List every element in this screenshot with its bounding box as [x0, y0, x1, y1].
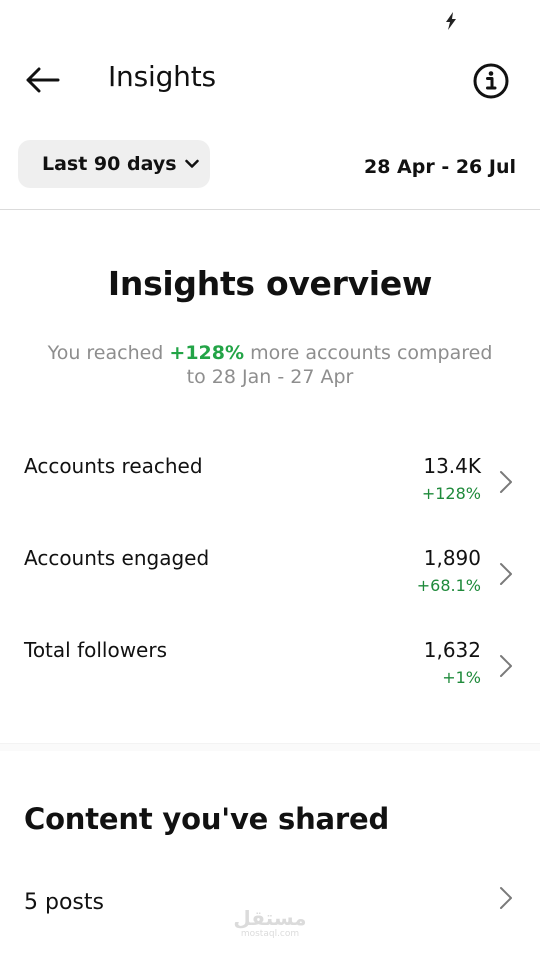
metric-label: Total followers — [24, 638, 167, 662]
metric-change: +1% — [442, 668, 481, 687]
header: Insights — [0, 50, 540, 110]
metric-label: Accounts reached — [24, 454, 203, 478]
section-separator — [0, 743, 540, 751]
period-label: Last 90 days — [42, 153, 177, 175]
filter-row: Last 90 days 28 Apr - 26 Jul — [0, 140, 540, 188]
overview-title: Insights overview — [107, 264, 433, 303]
period-dropdown[interactable]: Last 90 days — [18, 140, 210, 188]
metric-row-accounts-engaged[interactable]: Accounts engaged 1,890 +68.1% — [0, 538, 540, 618]
chevron-right-icon — [500, 887, 512, 909]
back-button[interactable] — [20, 62, 64, 98]
status-bar — [0, 0, 540, 40]
metric-value: 1,890 — [423, 546, 481, 570]
overview-subtitle: You reached +128% more accounts compared… — [40, 341, 500, 389]
chevron-right-icon — [500, 471, 512, 493]
metric-value: 13.4K — [423, 454, 481, 478]
page-title: Insights — [108, 60, 216, 93]
metric-label: Accounts engaged — [24, 546, 210, 570]
chevron-right-icon — [500, 655, 512, 677]
metric-value: 1,632 — [423, 638, 481, 662]
chevron-right-icon — [500, 563, 512, 585]
subtitle-prefix: You reached — [47, 342, 170, 364]
chevron-down-icon — [184, 159, 199, 168]
metric-change: +128% — [421, 484, 481, 503]
metric-change: +68.1% — [416, 576, 481, 595]
metric-row-accounts-reached[interactable]: Accounts reached 13.4K +128% — [0, 446, 540, 526]
content-section-title: Content you've shared — [24, 802, 390, 836]
metric-row-total-followers[interactable]: Total followers 1,632 +1% — [0, 630, 540, 710]
watermark: مستقل mostaql.com — [232, 908, 308, 944]
back-arrow-icon — [26, 67, 60, 93]
info-circle-icon[interactable] — [472, 62, 510, 100]
subtitle-percentage: +128% — [169, 342, 245, 364]
watermark-logo: مستقل — [233, 906, 307, 930]
posts-label: 5 posts — [24, 890, 104, 915]
date-range: 28 Apr - 26 Jul — [363, 156, 516, 178]
watermark-text: mostaql.com — [240, 929, 300, 939]
charging-bolt-icon — [446, 12, 456, 30]
divider — [0, 209, 540, 210]
